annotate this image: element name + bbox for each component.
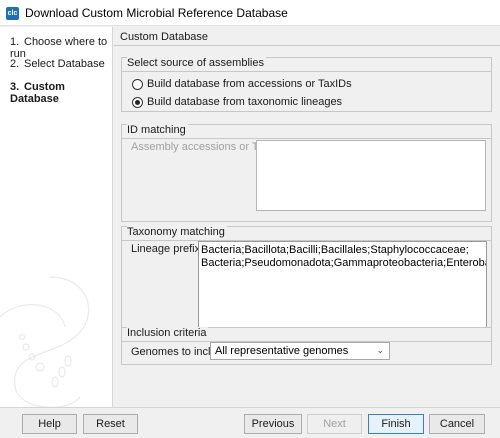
step-label: Select Database [24,58,105,70]
radio-label: Build database from taxonomic lineages [147,96,343,108]
step-choose-where-to-run: 1. Choose where to run [10,36,112,60]
taxonomy-matching-group: Taxonomy matching Lineage prefixes Bacte… [121,226,492,342]
decorative-watermark-icon [0,276,90,407]
source-group: Select source of assemblies Build databa… [121,57,492,112]
radio-button-selected[interactable] [132,96,143,108]
dropdown-value: All representative genomes [215,345,349,357]
step-custom-database: 3. Custom Database [10,81,112,105]
cancel-button[interactable]: Cancel [429,414,485,434]
radio-button[interactable] [132,78,143,90]
step-select-database: 2. Select Database [10,58,105,70]
id-matching-group: ID matching Assembly accessions or TaxID… [121,124,492,222]
page-title: Custom Database [120,31,209,43]
group-title: Select source of assemblies [127,57,266,69]
step-label: Choose where to run [10,36,108,60]
wizard-content: Custom Database Select source of assembl… [114,27,500,407]
previous-button[interactable]: Previous [244,414,302,434]
next-button[interactable]: Next [307,414,362,434]
window-title: Download Custom Microbial Reference Data… [25,6,288,20]
app-logo-icon: clc [6,7,19,20]
step-number: 3. [10,81,20,93]
wizard-steps-panel: 1. Choose where to run 2. Select Database … [0,27,113,407]
inclusion-criteria-group: Inclusion criteria Genomes to include Al… [121,327,492,365]
radio-label: Build database from accessions or TaxIDs [147,78,352,90]
group-divider [122,138,491,139]
radio-taxonomic-lineages[interactable]: Build database from taxonomic lineages [132,96,342,108]
genomes-to-include-dropdown[interactable]: All representative genomes ⌄ [210,342,390,360]
chevron-down-icon: ⌄ [376,345,384,355]
radio-accessions[interactable]: Build database from accessions or TaxIDs [132,78,352,90]
button-bar: Help Reset Previous Next Finish Cancel [0,407,500,438]
group-title: Taxonomy matching [127,226,227,238]
group-title: ID matching [127,124,188,136]
group-title: Inclusion criteria [127,327,209,339]
step-number: 2. [10,58,20,70]
accessions-textarea[interactable] [256,140,486,211]
reset-button[interactable]: Reset [83,414,138,434]
group-divider [122,71,491,72]
divider [114,45,500,46]
title-bar: clc Download Custom Microbial Reference … [0,0,500,26]
step-number: 1. [10,36,20,48]
lineage-prefixes-textarea[interactable]: Bacteria;Bacillota;Bacilli;Bacillales;St… [198,241,487,337]
help-button[interactable]: Help [22,414,77,434]
finish-button[interactable]: Finish [368,414,424,434]
